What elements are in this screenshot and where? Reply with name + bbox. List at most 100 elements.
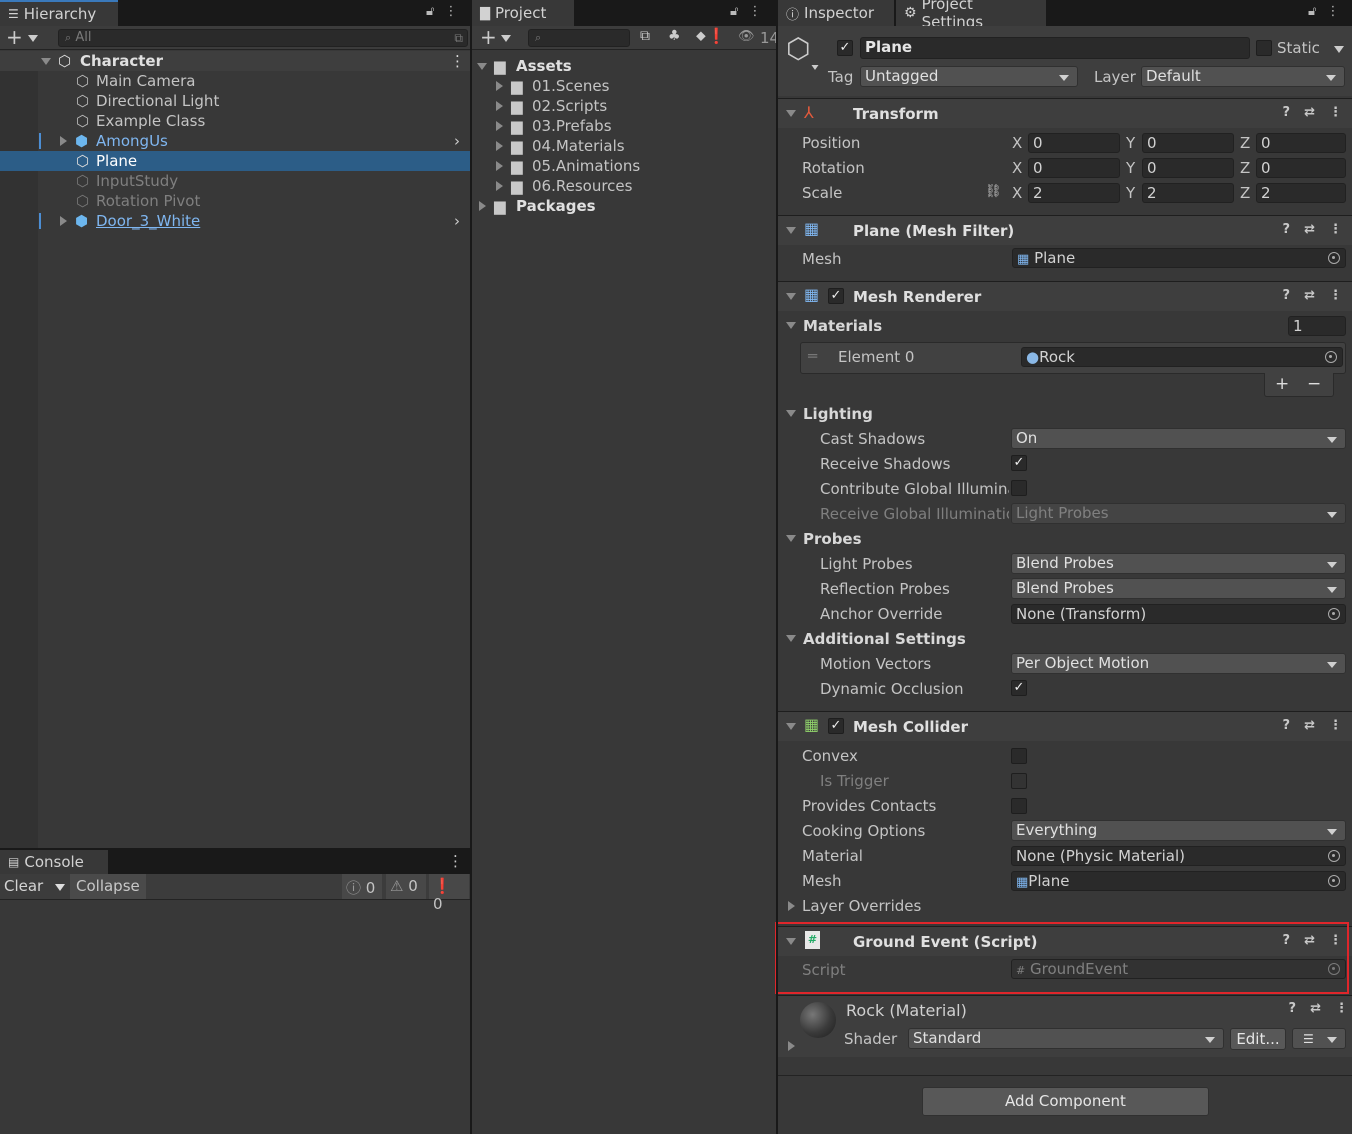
- rotation-z-field[interactable]: 0: [1256, 158, 1346, 178]
- tab-project[interactable]: ▇ Project: [472, 0, 574, 26]
- clear-options-icon[interactable]: [55, 884, 65, 891]
- component-menu-icon[interactable]: ⋮: [1329, 718, 1342, 733]
- scale-x-field[interactable]: 2: [1028, 183, 1120, 203]
- folder-row[interactable]: ▆ 04.Materials: [472, 136, 776, 156]
- mesh-collider-header[interactable]: ▦ ✓ Mesh Collider ? ⇄ ⋮: [778, 711, 1352, 741]
- hierarchy-item-prefab[interactable]: ⬢ AmongUs ›: [0, 131, 470, 151]
- mesh-object-field[interactable]: ▦ Plane: [1012, 248, 1346, 268]
- enabled-checkbox[interactable]: ✓: [828, 288, 844, 304]
- packages-folder-row[interactable]: ▆ Packages: [472, 196, 776, 216]
- tab-console[interactable]: ▤ Console: [0, 850, 108, 874]
- add-element-button[interactable]: +: [1275, 374, 1289, 394]
- object-picker-icon[interactable]: [1328, 608, 1340, 620]
- presets-icon[interactable]: ⇄: [1304, 105, 1315, 120]
- more-icon[interactable]: ⋮: [748, 4, 761, 19]
- expand-icon[interactable]: [496, 121, 503, 131]
- edit-shader-button[interactable]: Edit...: [1230, 1028, 1286, 1050]
- collapse-icon[interactable]: [477, 63, 487, 70]
- hierarchy-item-inactive[interactable]: ⬡ Rotation Pivot: [0, 191, 470, 211]
- enabled-checkbox[interactable]: ✓: [828, 718, 844, 734]
- materials-foldout[interactable]: Materials: [803, 317, 882, 335]
- more-icon[interactable]: ⋮: [444, 4, 457, 19]
- presets-icon[interactable]: ⇄: [1304, 718, 1315, 733]
- help-icon[interactable]: ?: [1283, 105, 1291, 120]
- lighting-foldout[interactable]: Lighting: [803, 405, 873, 423]
- presets-icon[interactable]: ⇄: [1304, 288, 1315, 303]
- expand-icon[interactable]: [496, 141, 503, 151]
- lock-icon[interactable]: 🔓︎: [426, 4, 434, 19]
- convex-checkbox[interactable]: [1011, 748, 1027, 764]
- icon-dropdown-icon[interactable]: [811, 65, 819, 70]
- object-picker-icon[interactable]: [1325, 351, 1337, 363]
- collapse-icon[interactable]: [786, 723, 796, 730]
- visibility-icon[interactable]: 👁︎: [738, 29, 755, 44]
- drag-handle-icon[interactable]: ═: [808, 347, 817, 365]
- motion-vectors-dropdown[interactable]: Per Object Motion: [1011, 653, 1346, 674]
- active-checkbox[interactable]: ✓: [837, 40, 853, 56]
- component-menu-icon[interactable]: ⋮: [1335, 1001, 1348, 1016]
- expand-icon[interactable]: [788, 1041, 795, 1051]
- collider-mesh-field[interactable]: ▦Plane: [1011, 871, 1346, 891]
- hierarchy-item-selected[interactable]: ⬡ Plane: [0, 151, 470, 171]
- rotation-x-field[interactable]: 0: [1028, 158, 1120, 178]
- layer-overrides-foldout[interactable]: Layer Overrides: [802, 897, 921, 915]
- log-toggle[interactable]: ⓘ 0: [342, 874, 382, 899]
- position-x-field[interactable]: 0: [1028, 133, 1120, 153]
- materials-count-field[interactable]: 1: [1288, 316, 1346, 336]
- search-by-label-icon[interactable]: ♣: [668, 28, 681, 44]
- position-y-field[interactable]: 0: [1142, 133, 1234, 153]
- remove-element-button[interactable]: −: [1307, 374, 1321, 394]
- tag-dropdown[interactable]: Untagged: [860, 66, 1078, 87]
- more-icon[interactable]: ⋮: [448, 852, 463, 870]
- hierarchy-item[interactable]: ⬡ Main Camera: [0, 71, 470, 91]
- shader-dropdown[interactable]: Standard: [908, 1028, 1224, 1049]
- search-by-type-icon[interactable]: ⧉: [640, 28, 650, 44]
- presets-icon[interactable]: ⇄: [1310, 1001, 1321, 1016]
- light-probes-dropdown[interactable]: Blend Probes: [1011, 553, 1346, 574]
- tab-project-settings[interactable]: ⚙ Project Settings: [896, 0, 1046, 31]
- scale-y-field[interactable]: 2: [1142, 183, 1234, 203]
- constrain-proportions-icon[interactable]: ⛓: [985, 184, 1002, 199]
- rotation-y-field[interactable]: 0: [1142, 158, 1234, 178]
- anchor-override-field[interactable]: None (Transform): [1011, 604, 1346, 624]
- scene-row[interactable]: ⬡ Character ⋮: [0, 51, 470, 71]
- presets-icon[interactable]: ⇄: [1304, 222, 1315, 237]
- collapse-icon[interactable]: [786, 227, 796, 234]
- hierarchy-item-prefab[interactable]: ⬢ Door_3_White ›: [0, 211, 470, 231]
- mesh-filter-header[interactable]: ▦ Plane (Mesh Filter) ? ⇄ ⋮: [778, 215, 1352, 245]
- more-icon[interactable]: ⋮: [1326, 4, 1339, 19]
- tab-hierarchy[interactable]: ☰ Hierarchy: [0, 0, 118, 26]
- alert-icon[interactable]: ❗: [707, 27, 726, 45]
- scene-search-icon[interactable]: ⧉: [454, 30, 463, 46]
- expand-icon[interactable]: [496, 101, 503, 111]
- hierarchy-item-inactive[interactable]: ⬡ InputStudy: [0, 171, 470, 191]
- folder-row[interactable]: ▆ 03.Prefabs: [472, 116, 776, 136]
- additional-settings-foldout[interactable]: Additional Settings: [803, 630, 966, 648]
- chevron-right-icon[interactable]: ›: [454, 211, 460, 231]
- scene-menu-icon[interactable]: ⋮: [450, 51, 465, 71]
- collapse-icon[interactable]: [786, 410, 796, 417]
- chevron-right-icon[interactable]: ›: [454, 131, 460, 151]
- assets-folder-row[interactable]: ▆ Assets: [472, 56, 776, 76]
- lock-icon[interactable]: 🔓︎: [730, 4, 738, 19]
- position-z-field[interactable]: 0: [1256, 133, 1346, 153]
- component-menu-icon[interactable]: ⋮: [1329, 222, 1342, 237]
- add-component-button[interactable]: Add Component: [922, 1087, 1209, 1116]
- object-picker-icon[interactable]: [1328, 875, 1340, 887]
- hierarchy-item[interactable]: ⬡ Example Class: [0, 111, 470, 131]
- physic-material-field[interactable]: None (Physic Material): [1011, 846, 1346, 866]
- component-menu-icon[interactable]: ⋮: [1329, 105, 1342, 120]
- contribute-gi-checkbox[interactable]: [1011, 480, 1027, 496]
- element-material-field[interactable]: ●Rock: [1021, 347, 1343, 367]
- folder-row[interactable]: ▆ 01.Scenes: [472, 76, 776, 96]
- error-toggle[interactable]: ❗ 0: [429, 874, 469, 913]
- lock-icon[interactable]: 🔓︎: [1308, 4, 1316, 19]
- hierarchy-item[interactable]: ⬡ Directional Light: [0, 91, 470, 111]
- object-picker-icon[interactable]: [1328, 252, 1340, 264]
- mesh-renderer-header[interactable]: ▦ ✓ Mesh Renderer ? ⇄ ⋮: [778, 281, 1352, 311]
- probes-foldout[interactable]: Probes: [803, 530, 862, 548]
- add-dropdown-icon[interactable]: [501, 35, 511, 42]
- reflection-probes-dropdown[interactable]: Blend Probes: [1011, 578, 1346, 599]
- static-checkbox[interactable]: [1256, 40, 1272, 56]
- collapse-icon[interactable]: [786, 110, 796, 117]
